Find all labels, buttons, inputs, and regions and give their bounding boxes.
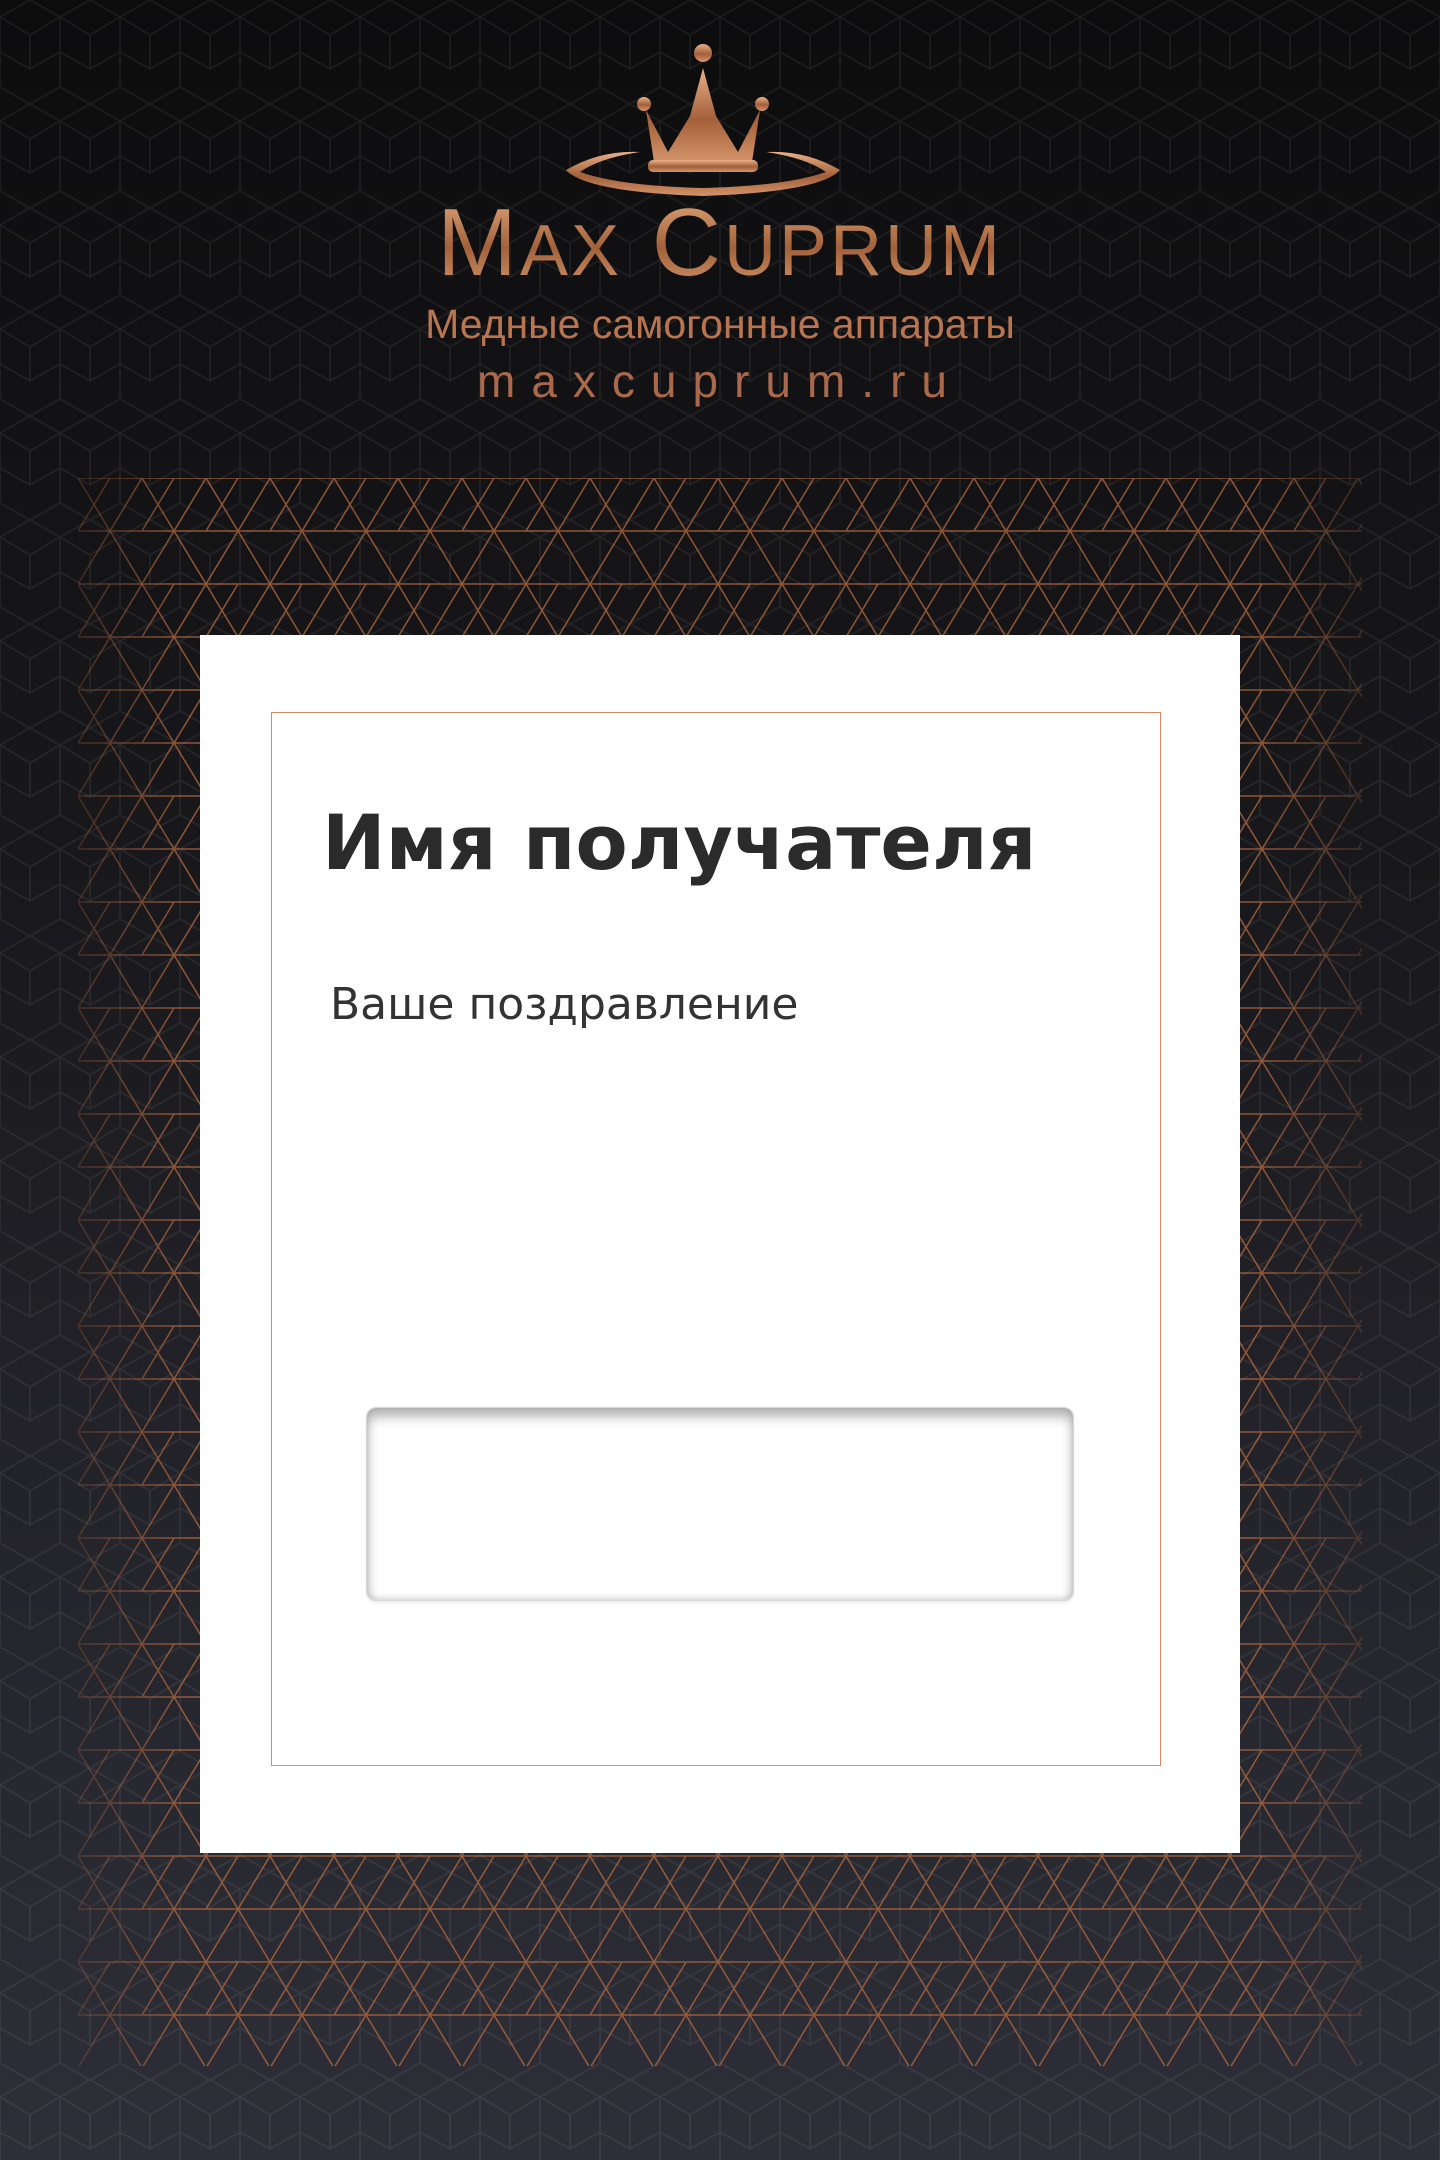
recipient-name: Имя получателя [322,798,1037,887]
brand-name: MAX CUPRUM [0,195,1440,291]
brand-name-max-rest: AX [519,211,622,291]
brand-name-cuprum-rest: UPRUM [724,211,1003,291]
card-slot [366,1407,1074,1601]
brand-logo: MAX CUPRUM Медные самогонные аппараты ma… [0,0,1440,430]
brand-url: maxcuprum.ru [477,355,963,407]
crown-icon [566,44,840,196]
greeting-message: Ваше поздравление [330,979,799,1030]
brand-tagline: Медные самогонные аппараты [425,301,1015,347]
greeting-card: Имя получателя Ваше поздравление [200,635,1240,1853]
brand-name-max-initial: M [436,189,520,296]
brand-name-cuprum-initial: C [651,189,724,296]
